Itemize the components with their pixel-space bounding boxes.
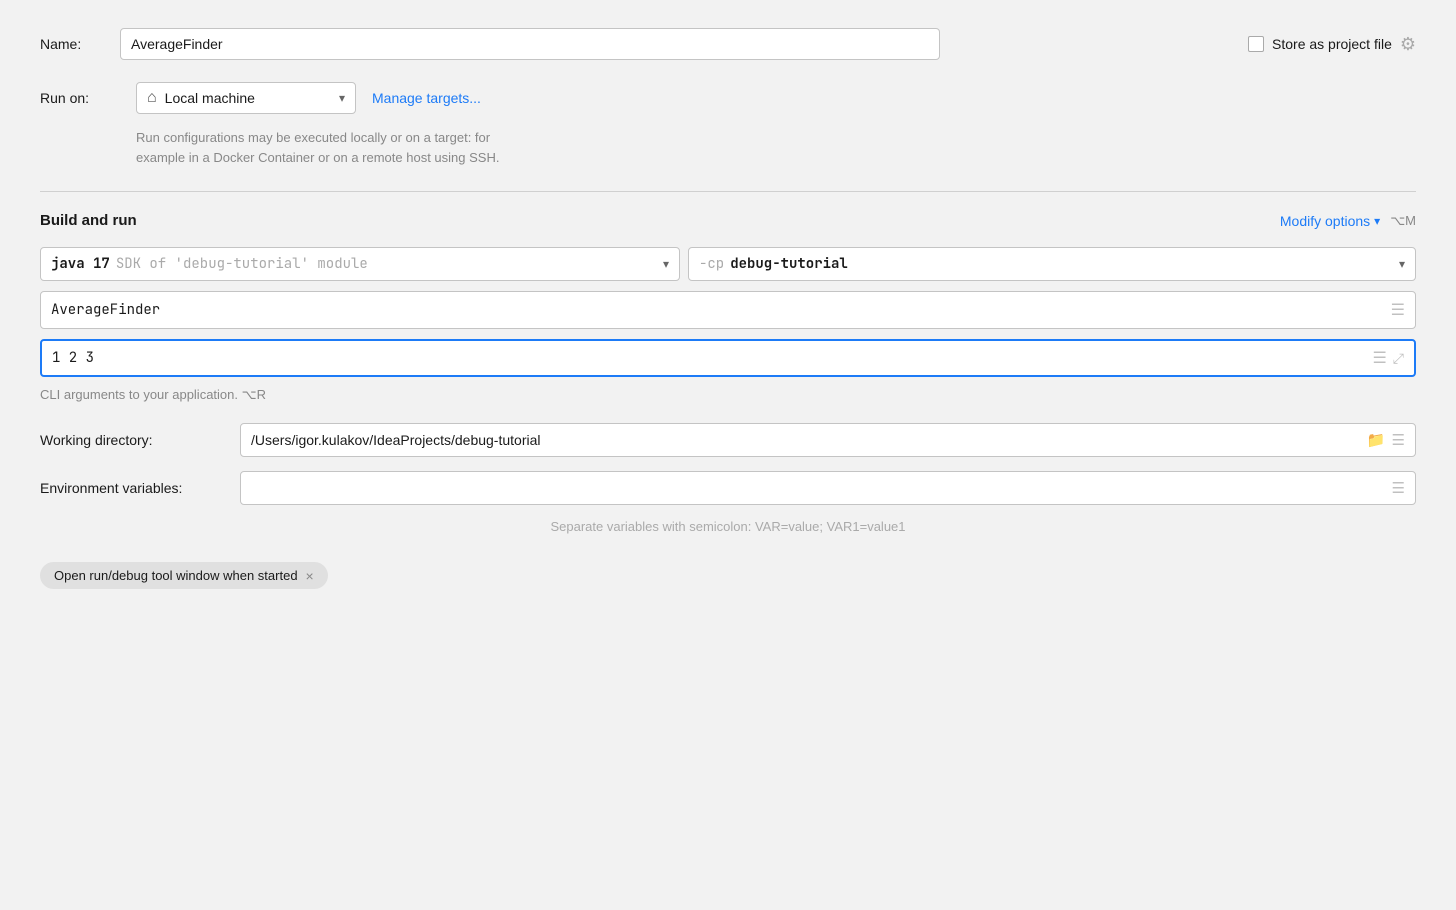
env-variables-row: Environment variables: ☰ xyxy=(40,471,1416,505)
store-as-project-file-label: Store as project file xyxy=(1272,36,1392,52)
main-class-input-row: ☰ xyxy=(40,291,1416,329)
run-on-chevron-icon: ▾ xyxy=(339,91,345,105)
modify-options-label: Modify options xyxy=(1280,213,1370,229)
cp-dropdown[interactable]: -cp debug-tutorial ▾ xyxy=(688,247,1416,281)
run-on-dropdown[interactable]: ⌂ Local machine ▾ xyxy=(136,82,356,114)
env-variables-input[interactable] xyxy=(251,480,1386,496)
cli-args-browse-icon[interactable]: ☰ xyxy=(1372,348,1386,368)
open-tool-window-tag-close-icon[interactable]: × xyxy=(306,569,314,583)
cli-args-input-row: ☰ ⤢ xyxy=(40,339,1416,377)
cp-dropdown-chevron-icon: ▾ xyxy=(1399,257,1405,271)
section-title: Build and run xyxy=(40,212,137,229)
open-tool-window-tag[interactable]: Open run/debug tool window when started … xyxy=(40,562,328,589)
gear-icon[interactable]: ⚙ xyxy=(1400,34,1416,55)
store-as-project-file-checkbox[interactable] xyxy=(1248,36,1264,52)
run-on-value: Local machine xyxy=(165,90,331,106)
java-version-label: java 17 xyxy=(51,255,110,273)
build-and-run-section-header: Build and run Modify options ▾ ⌥M xyxy=(40,212,1416,229)
java-version-dropdown[interactable]: java 17 SDK of 'debug-tutorial' module ▾ xyxy=(40,247,680,281)
env-variables-input-wrapper: ☰ xyxy=(240,471,1416,505)
name-label: Name: xyxy=(40,36,120,52)
cli-args-expand-icon[interactable]: ⤢ xyxy=(1393,350,1404,367)
java-dropdown-chevron-icon: ▾ xyxy=(663,257,669,271)
working-directory-row: Working directory: 📁 ☰ xyxy=(40,423,1416,457)
modify-options-shortcut: ⌥M xyxy=(1390,213,1416,229)
working-directory-folder-icon[interactable]: 📁 xyxy=(1367,431,1386,449)
java-sdk-row: java 17 SDK of 'debug-tutorial' module ▾… xyxy=(40,247,1416,281)
working-directory-browse-icon[interactable]: ☰ xyxy=(1392,431,1405,449)
section-divider xyxy=(40,191,1416,192)
main-class-browse-icon[interactable]: ☰ xyxy=(1391,300,1405,320)
main-class-input[interactable] xyxy=(51,301,1391,319)
java-sdk-text: SDK of 'debug-tutorial' module xyxy=(116,255,657,273)
home-icon: ⌂ xyxy=(147,89,157,107)
run-on-hint: Run configurations may be executed local… xyxy=(136,128,736,167)
env-variables-hint: Separate variables with semicolon: VAR=v… xyxy=(40,519,1416,534)
working-directory-input[interactable] xyxy=(251,432,1361,448)
run-on-label: Run on: xyxy=(40,90,120,106)
modify-options-button[interactable]: Modify options ▾ ⌥M xyxy=(1280,213,1416,229)
modify-options-chevron-icon: ▾ xyxy=(1374,214,1380,228)
tags-row: Open run/debug tool window when started … xyxy=(40,562,1416,589)
manage-targets-link[interactable]: Manage targets... xyxy=(372,90,481,106)
cli-args-hint: CLI arguments to your application. ⌥R xyxy=(40,387,1416,403)
env-variables-browse-icon[interactable]: ☰ xyxy=(1392,479,1405,497)
working-directory-input-wrapper: 📁 ☰ xyxy=(240,423,1416,457)
name-input[interactable] xyxy=(120,28,940,60)
open-tool-window-tag-label: Open run/debug tool window when started xyxy=(54,568,298,583)
working-directory-label: Working directory: xyxy=(40,432,240,448)
cp-flag-text: -cp xyxy=(699,255,724,273)
cp-value-text: debug-tutorial xyxy=(730,255,848,273)
cli-args-input[interactable] xyxy=(52,349,1372,367)
env-variables-label: Environment variables: xyxy=(40,480,240,496)
